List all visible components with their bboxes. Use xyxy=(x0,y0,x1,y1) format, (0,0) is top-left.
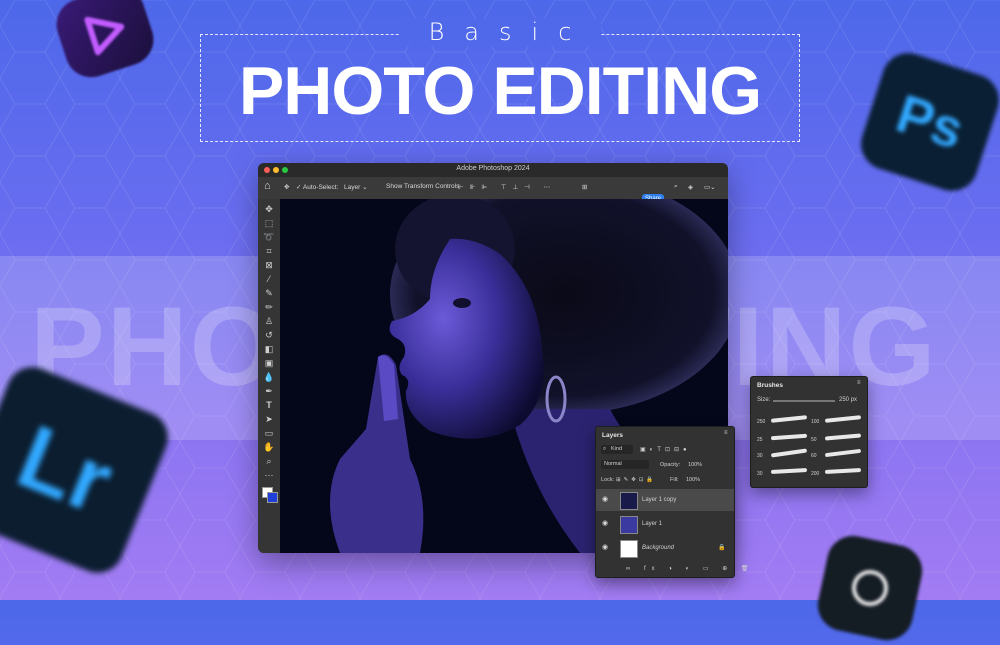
layer-select[interactable]: Layer ⌄ xyxy=(344,183,368,191)
brush-preset-4[interactable] xyxy=(770,468,808,474)
brush-preset-6[interactable] xyxy=(824,433,862,441)
kind-filter[interactable]: ⌕ Kind xyxy=(601,445,633,454)
lock-label: Lock: xyxy=(601,477,615,483)
kicker-label: Basic xyxy=(398,18,602,46)
brush-size-1: 250 xyxy=(757,419,766,425)
path-select-icon[interactable]: ➤ xyxy=(263,413,275,425)
brush-size-8: 200 xyxy=(811,471,820,477)
type-icon[interactable]: T xyxy=(263,399,275,411)
move-icon[interactable]: ✥ xyxy=(263,203,275,215)
brush-size-label: Size: xyxy=(757,397,771,403)
marquee-icon[interactable]: ⬚ xyxy=(263,217,275,229)
brush-preset-1[interactable] xyxy=(770,415,808,423)
3d-mode-icon[interactable]: ⊞ xyxy=(582,183,587,191)
align-icons[interactable]: ⊩⊪⊫ ⊤⊥⊣ ⋯ xyxy=(458,183,556,191)
layer-thumbnail xyxy=(620,516,638,534)
layer-row-3[interactable]: ◉ Background 🔒 xyxy=(596,537,734,559)
search-icon: ⌕ xyxy=(603,446,607,452)
brush-size-6: 50 xyxy=(811,437,817,443)
lock-icons[interactable]: ⊞✎✥⊡🔒 xyxy=(616,477,656,483)
page-title: PHOTO EDITING xyxy=(238,53,762,129)
brush-size-2: 25 xyxy=(757,437,763,443)
fill-value[interactable]: 100% xyxy=(686,477,700,483)
opacity-label: Opacity: xyxy=(660,462,681,468)
brush-preset-7[interactable] xyxy=(824,448,862,458)
transform-controls-label: Show Transform Controls xyxy=(386,183,460,190)
layer-row-1[interactable]: ◉ Layer 1 copy xyxy=(596,489,734,511)
window-title: Adobe Photoshop 2024 xyxy=(456,165,530,172)
layer-thumbnail xyxy=(620,492,638,510)
shape-icon[interactable]: ▭ xyxy=(263,427,275,439)
eyedropper-icon[interactable]: ⁄ xyxy=(263,273,275,285)
camera-raw-icon xyxy=(813,531,927,645)
kind-filter-label: Kind xyxy=(611,446,623,452)
hand-icon[interactable]: ✋ xyxy=(263,441,275,453)
layer-select-value: Layer xyxy=(344,184,361,191)
layer-name: Layer 1 copy xyxy=(642,497,677,503)
brush-size-value[interactable]: 250 px xyxy=(839,397,857,403)
tools-panel: ✥ ⬚ ➰ ⌗ ⊠ ⁄ ✎ ✏ ♙ ↺ ◧ ▣ 💧 ✒ T ➤ ▭ ✋ ⌕ ⋯ xyxy=(258,199,281,553)
brush-preset-5[interactable] xyxy=(824,415,862,423)
layer-thumbnail xyxy=(620,540,638,558)
brushes-menu-icon[interactable]: ≡ xyxy=(857,380,861,386)
layers-panel-title: Layers xyxy=(602,432,623,439)
lasso-icon[interactable]: ➰ xyxy=(263,231,275,243)
brush-preset-2[interactable] xyxy=(770,433,808,441)
history-brush-icon[interactable]: ↺ xyxy=(263,329,275,341)
fill-label: Fill: xyxy=(670,477,679,483)
blend-mode-select[interactable]: Normal xyxy=(601,460,649,469)
blend-mode-value: Normal xyxy=(604,461,622,467)
brush-size-4: 30 xyxy=(757,471,763,477)
zoom-icon[interactable]: ⌕ xyxy=(263,455,275,467)
stamp-icon[interactable]: ♙ xyxy=(263,315,275,327)
options-bar: ⌂ ✥ ✓ Auto-Select: Layer ⌄ Show Transfor… xyxy=(258,177,728,204)
brushes-panel: Brushes ≡ Size: 250 px 250 25 30 30 100 … xyxy=(750,376,868,488)
lightroom-glyph: Lr xyxy=(4,406,126,533)
auto-select-label: Auto-Select: xyxy=(302,184,339,191)
gradient-icon[interactable]: ▣ xyxy=(263,357,275,369)
layers-menu-icon[interactable]: ≡ xyxy=(724,430,728,436)
background-color-swatch[interactable] xyxy=(267,492,278,503)
layer-row-2[interactable]: ◉ Layer 1 xyxy=(596,513,734,535)
move-tool-icon[interactable]: ✥ xyxy=(284,183,289,191)
title-bar: Adobe Photoshop 2024 xyxy=(258,163,728,177)
pen-icon[interactable]: ✒ xyxy=(263,385,275,397)
eraser-icon[interactable]: ◧ xyxy=(263,343,275,355)
healing-icon[interactable]: ✎ xyxy=(263,287,275,299)
brush-preset-8[interactable] xyxy=(824,468,862,474)
brush-preset-3[interactable] xyxy=(770,448,808,458)
brush-icon[interactable]: ✏ xyxy=(263,301,275,313)
frame-icon[interactable]: ⊠ xyxy=(263,259,275,271)
brushes-panel-title: Brushes xyxy=(757,382,784,389)
visibility-eye-icon[interactable]: ◉ xyxy=(602,543,608,551)
photoshop-glyph: Ps xyxy=(889,83,971,161)
visibility-eye-icon[interactable]: ◉ xyxy=(602,495,608,503)
blur-icon[interactable]: 💧 xyxy=(263,371,275,383)
visibility-eye-icon[interactable]: ◉ xyxy=(602,519,608,527)
transform-controls-checkbox[interactable]: Show Transform Controls xyxy=(386,183,459,190)
layers-panel: Layers ≡ ⌕ Kind ▣◐T⊡⊟● Normal Opacity: 1… xyxy=(595,426,749,578)
brush-size-slider[interactable] xyxy=(773,400,835,402)
layer-name: Background xyxy=(642,545,675,551)
lock-icon: 🔒 xyxy=(718,545,726,551)
auto-select-checkbox[interactable]: ✓ Auto-Select: xyxy=(296,183,338,191)
layer-filter-icons[interactable]: ▣◐T⊡⊟● xyxy=(640,446,691,453)
layer-actions-icons[interactable]: ∞ fx ◑ ◐ ▭ ⊕ 🗑 xyxy=(626,565,755,572)
more-tools-icon[interactable]: ⋯ xyxy=(263,469,275,481)
workspace-icon[interactable]: ▭⌄ xyxy=(704,183,716,191)
brush-size-5: 100 xyxy=(811,419,820,425)
opacity-value[interactable]: 100% xyxy=(688,462,702,468)
brush-size-7: 60 xyxy=(811,453,817,459)
layer-name: Layer 1 xyxy=(642,521,663,527)
search-icon[interactable]: ⌕ xyxy=(674,183,678,191)
home-icon[interactable]: ⌂ xyxy=(264,180,271,192)
learn-icon[interactable]: ◈ xyxy=(688,183,693,191)
brush-size-3: 30 xyxy=(757,453,763,459)
crop-icon[interactable]: ⌗ xyxy=(263,245,275,257)
